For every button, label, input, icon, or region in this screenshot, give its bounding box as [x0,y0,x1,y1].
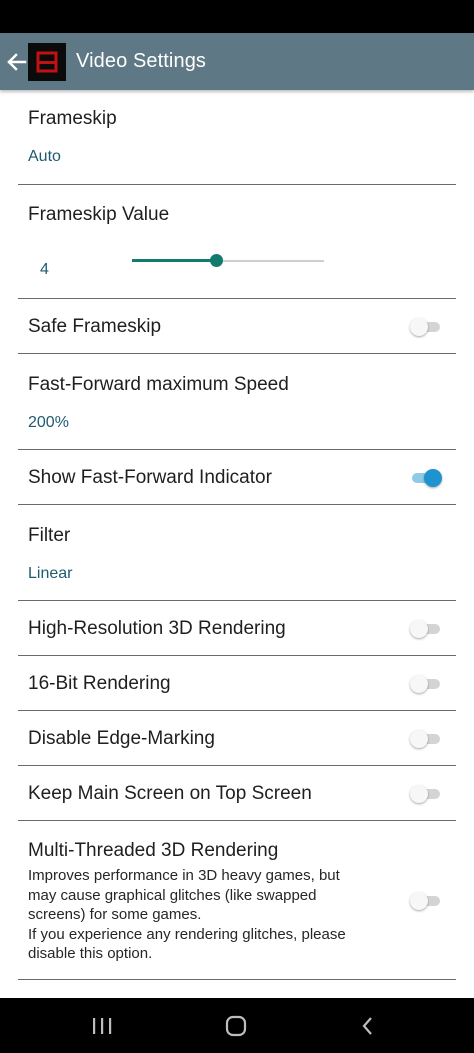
setting-title: Fast-Forward maximum Speed [28,374,289,395]
switch-thumb [410,675,428,693]
setting-title: Frameskip Value [28,204,170,225]
multithreaded-3d-switch[interactable] [410,891,442,911]
setting-title: Show Fast-Forward Indicator [28,467,272,488]
settings-list: Frameskip Auto Frameskip Value 4 Safe Fr… [0,90,474,980]
switch-thumb [410,620,428,638]
switch-thumb [410,785,428,803]
setting-value: 200% [28,414,69,431]
setting-summary: Improves performance in 3D heavy games, … [28,866,388,964]
switch-thumb [410,318,428,336]
slider-knob[interactable] [209,254,223,267]
setting-ff-max-speed[interactable]: Fast-Forward maximum Speed 200% [0,354,474,450]
switch-thumb [410,730,428,748]
status-bar [0,0,474,33]
summary-line: may cause graphical glitches (like swapp… [28,886,317,904]
system-back-button[interactable] [338,998,398,1053]
frameskip-slider[interactable] [132,254,326,268]
disable-edge-marking-switch[interactable] [410,729,442,749]
setting-title: Filter [28,525,71,546]
setting-disable-edge-marking[interactable]: Disable Edge-Marking [0,711,474,766]
recents-icon [93,1017,112,1034]
setting-title: Frameskip [28,108,117,129]
setting-value: Linear [28,565,73,582]
keep-main-top-switch[interactable] [410,784,442,804]
summary-line: disable this option. [28,945,153,962]
home-button[interactable] [206,998,266,1053]
setting-multithreaded-3d[interactable]: Multi-Threaded 3D Rendering Improves per… [0,821,474,980]
summary-line: If you experience any rendering glitches… [28,925,346,943]
high-res-3d-switch[interactable] [410,619,442,639]
setting-keep-main-top[interactable]: Keep Main Screen on Top Screen [0,766,474,821]
bit16-rendering-switch[interactable] [410,674,442,694]
show-ff-indicator-switch[interactable] [410,468,442,488]
page-title: Video Settings [76,50,207,72]
setting-frameskip-value[interactable]: Frameskip Value 4 [0,185,474,299]
arrow-left-icon [7,52,27,71]
recents-button[interactable] [72,998,132,1053]
setting-frameskip[interactable]: Frameskip Auto [0,90,474,185]
setting-title: Multi-Threaded 3D Rendering [28,840,279,861]
setting-value: Auto [28,148,61,165]
home-icon [225,1015,247,1036]
melonds-app-icon [28,42,66,81]
setting-title: Disable Edge-Marking [28,728,215,749]
setting-show-ff-indicator[interactable]: Show Fast-Forward Indicator [0,450,474,505]
back-button[interactable] [2,33,30,90]
setting-16bit-rendering[interactable]: 16-Bit Rendering [0,656,474,711]
setting-title: Safe Frameskip [28,316,162,337]
summary-line: Improves performance in 3D heavy games, … [28,867,340,884]
setting-title: Keep Main Screen on Top Screen [28,783,312,804]
summary-line: screens) for some games. [28,906,202,923]
setting-safe-frameskip[interactable]: Safe Frameskip [0,299,474,354]
slider-fill [132,259,217,262]
slider-value: 4 [40,261,49,278]
switch-thumb [424,469,442,487]
setting-filter[interactable]: Filter Linear [0,505,474,601]
safe-frameskip-switch[interactable] [410,317,442,337]
back-chevron-icon [362,1016,372,1035]
navigation-bar [0,998,474,1053]
switch-thumb [410,892,428,910]
setting-title: 16-Bit Rendering [28,673,171,694]
setting-high-res-3d[interactable]: High-Resolution 3D Rendering [0,601,474,656]
app-bar: Video Settings [0,33,474,90]
screen: Video Settings Frameskip Auto Frameskip … [0,0,474,1053]
divider [18,979,456,980]
setting-title: High-Resolution 3D Rendering [28,618,286,639]
